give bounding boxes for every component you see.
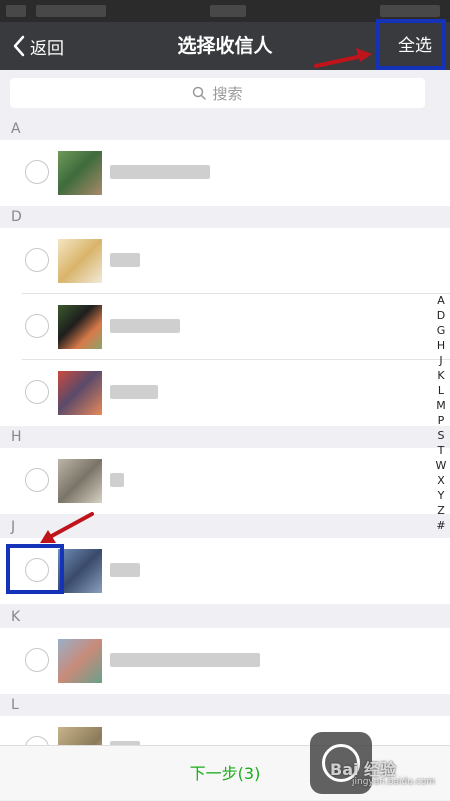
- index-letter[interactable]: S: [432, 428, 450, 443]
- contact-row[interactable]: [0, 538, 450, 604]
- search-input[interactable]: 搜索: [10, 78, 425, 108]
- contact-row[interactable]: [0, 360, 450, 426]
- select-radio[interactable]: [25, 558, 49, 582]
- contact-row[interactable]: [0, 140, 450, 206]
- search-placeholder: 搜索: [212, 84, 243, 103]
- index-letter[interactable]: W: [432, 458, 450, 473]
- contact-row[interactable]: [0, 294, 450, 360]
- index-letter[interactable]: G: [432, 323, 450, 338]
- status-blur: [36, 5, 106, 17]
- index-letter[interactable]: H: [432, 338, 450, 353]
- contact-name-blurred: [110, 165, 210, 179]
- search-area: 搜索: [0, 70, 450, 118]
- select-radio[interactable]: [25, 160, 49, 184]
- index-letter[interactable]: J: [432, 353, 450, 368]
- watermark-url: jingyan.baidu.com: [352, 777, 436, 787]
- index-letter[interactable]: L: [432, 383, 450, 398]
- index-letter[interactable]: X: [432, 473, 450, 488]
- contact-name-blurred: [110, 653, 260, 667]
- avatar: [58, 639, 102, 683]
- index-letter[interactable]: A: [432, 293, 450, 308]
- avatar: [58, 549, 102, 593]
- status-blur: [6, 5, 26, 17]
- select-radio[interactable]: [25, 468, 49, 492]
- alphabet-index[interactable]: A D G H J K L M P S T W X Y Z #: [432, 293, 450, 533]
- section-header-d: D: [0, 206, 450, 228]
- status-bar: [0, 0, 450, 22]
- index-letter[interactable]: K: [432, 368, 450, 383]
- avatar: [58, 371, 102, 415]
- contact-name-blurred: [110, 473, 124, 487]
- contact-name-blurred: [110, 563, 140, 577]
- select-radio[interactable]: [25, 248, 49, 272]
- avatar: [58, 459, 102, 503]
- select-all-button[interactable]: 全选: [388, 22, 442, 70]
- index-letter[interactable]: P: [432, 413, 450, 428]
- chevron-left-icon: [13, 35, 25, 57]
- status-blur: [210, 5, 246, 17]
- index-letter[interactable]: T: [432, 443, 450, 458]
- contact-name-blurred: [110, 385, 158, 399]
- contact-name-blurred: [110, 319, 180, 333]
- select-radio[interactable]: [25, 380, 49, 404]
- select-radio[interactable]: [25, 648, 49, 672]
- back-label: 返回: [30, 38, 64, 59]
- contact-row[interactable]: [0, 228, 450, 294]
- index-letter[interactable]: M: [432, 398, 450, 413]
- section-header-a: A: [0, 118, 450, 140]
- avatar: [58, 239, 102, 283]
- back-button[interactable]: 返回: [12, 22, 64, 70]
- status-blur: [380, 5, 440, 17]
- index-letter[interactable]: Y: [432, 488, 450, 503]
- section-header-h: H: [0, 426, 450, 448]
- search-icon: [193, 86, 207, 100]
- section-header-j: J: [0, 516, 450, 538]
- contact-name-blurred: [110, 253, 140, 267]
- navigation-bar: 返回 选择收信人 全选: [0, 22, 450, 70]
- section-header-l: L: [0, 694, 450, 716]
- index-letter[interactable]: D: [432, 308, 450, 323]
- avatar: [58, 305, 102, 349]
- select-radio[interactable]: [25, 314, 49, 338]
- index-letter[interactable]: Z: [432, 503, 450, 518]
- index-letter[interactable]: #: [432, 518, 450, 533]
- page-title: 选择收信人: [177, 35, 273, 57]
- section-header-k: K: [0, 606, 450, 628]
- avatar: [58, 151, 102, 195]
- contact-row[interactable]: [0, 628, 450, 694]
- contact-row[interactable]: [0, 448, 450, 514]
